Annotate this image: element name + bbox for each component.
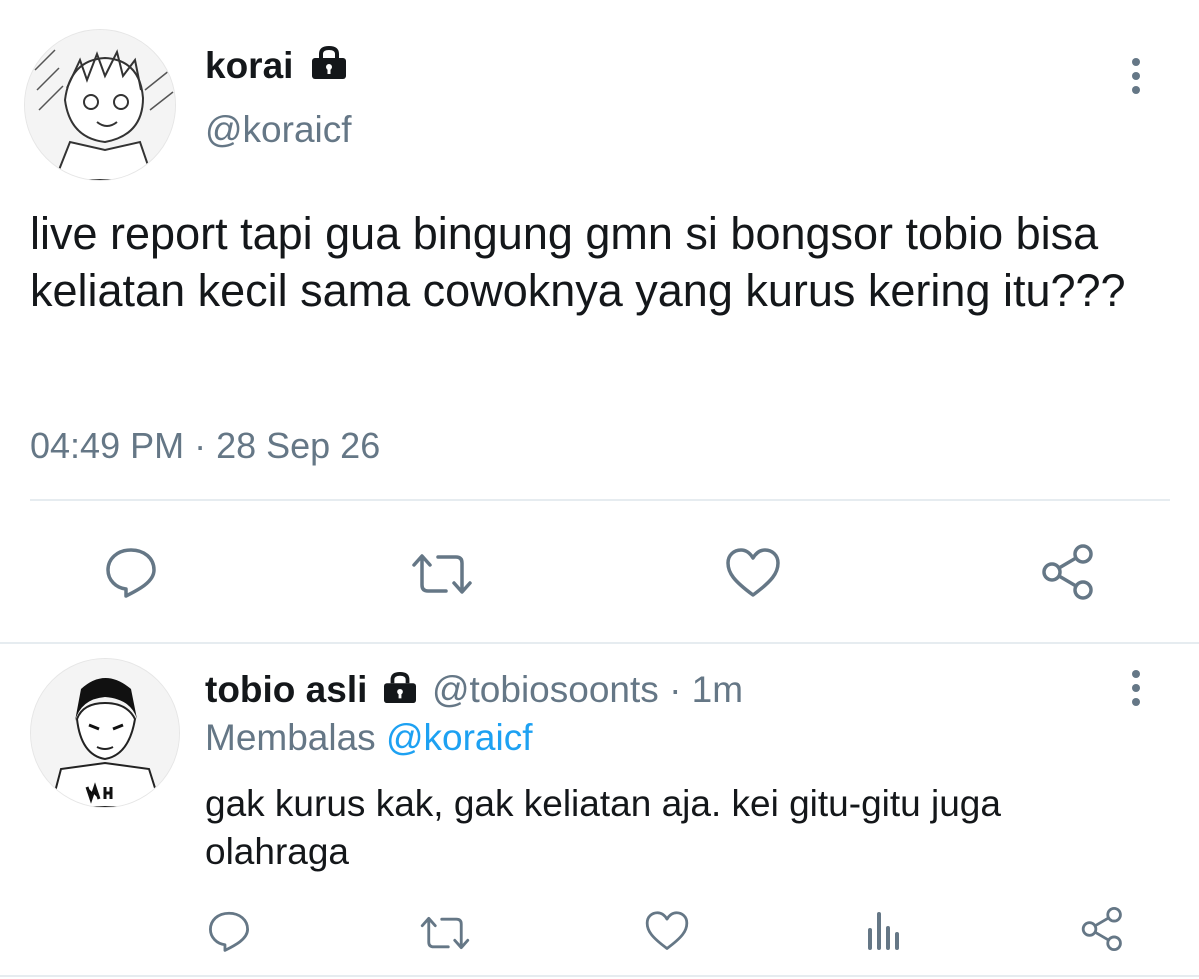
reply-icon[interactable] [104,546,158,598]
lock-icon [310,46,348,90]
reply-display-name[interactable]: tobio asli [205,669,367,710]
main-display-name-row[interactable]: korai [205,44,348,90]
bottom-divider [0,975,1199,977]
main-timestamp[interactable]: 04:49 PM · 28 Sep 26 [30,424,380,468]
reply-header: tobio asli @tobiosoonts · 1m [205,668,743,714]
reply-icon[interactable] [207,910,251,952]
reply-avatar-sketch [31,659,179,807]
main-display-name: korai [205,45,294,86]
replying-to-link[interactable]: @koraicf [386,717,533,758]
main-handle[interactable]: @koraicf [205,108,352,152]
divider [30,499,1170,501]
reply-handle[interactable]: @tobiosoonts [432,669,659,710]
more-vertical-icon[interactable] [1126,670,1146,710]
lock-icon [382,670,418,714]
section-divider [0,642,1199,644]
share-icon[interactable] [1040,543,1098,601]
reply-time: · 1m [669,669,744,710]
replying-prefix: Membalas [205,717,376,758]
reply-avatar[interactable] [30,658,180,808]
heart-icon[interactable] [724,547,782,599]
avatar-sketch [25,30,175,180]
reply-text: gak kurus kak, gak keliatan aja. kei git… [205,783,1001,872]
main-avatar[interactable] [24,29,176,181]
main-tweet-text: live report tapi gua bingung gmn si bong… [30,208,1126,316]
replying-to-line: Membalas @koraicf [205,716,533,760]
retweet-icon[interactable] [410,551,474,597]
share-icon[interactable] [1080,906,1126,952]
more-vertical-icon[interactable] [1126,58,1146,98]
analytics-icon[interactable] [864,910,904,950]
retweet-icon[interactable] [419,914,471,952]
heart-icon[interactable] [644,910,690,952]
